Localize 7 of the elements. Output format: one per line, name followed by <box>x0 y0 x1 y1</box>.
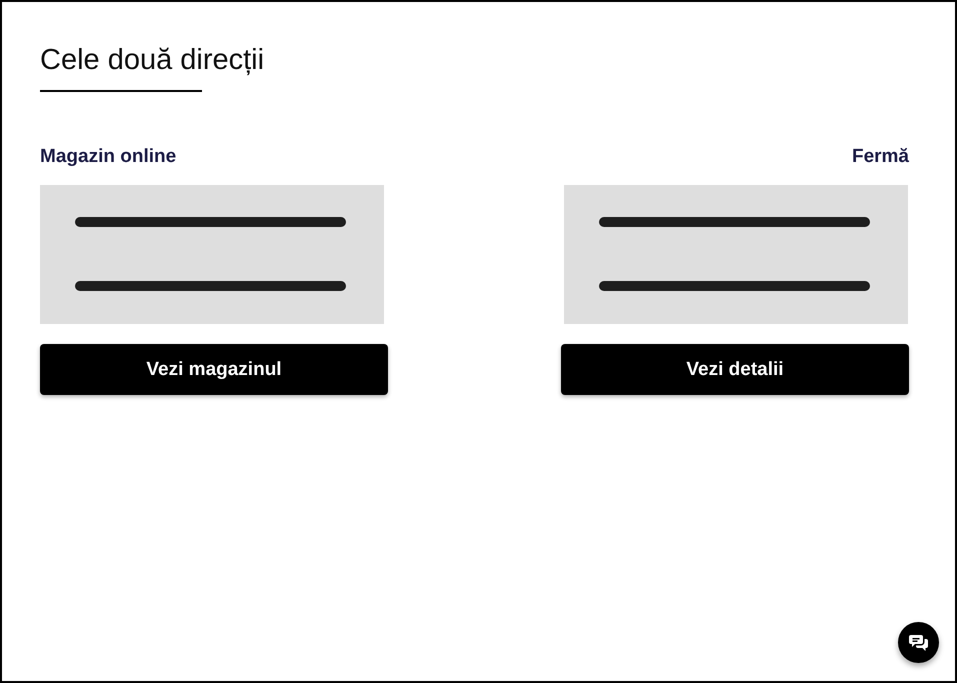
view-button[interactable]: Vezi detalii <box>561 344 909 395</box>
section-heading: Magazin online <box>40 145 176 169</box>
page-title: Cele două direcții <box>40 43 266 78</box>
view-button[interactable]: Vezi magazinul <box>40 344 388 395</box>
chat-button[interactable] <box>898 622 939 663</box>
chat-icon <box>908 634 928 652</box>
section-heading: Fermă <box>852 145 909 169</box>
